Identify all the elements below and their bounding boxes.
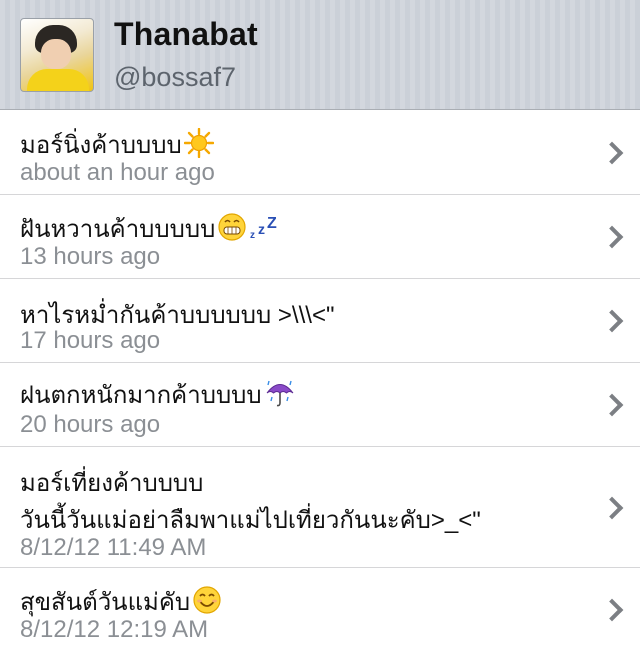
tweet-time: 17 hours ago: [20, 327, 161, 354]
chevron-right-icon: [600, 598, 624, 622]
svg-text:z: z: [250, 230, 255, 241]
tweet-text: ฝนตกหนักมากค้าบบบบ: [20, 375, 296, 415]
chevron-right-icon: [600, 141, 624, 165]
tweet-time: 8/12/12 11:49 AM: [20, 534, 207, 561]
grin-icon: [217, 212, 247, 249]
chevron-right-icon: [600, 309, 624, 333]
umbrella-rain-icon: [264, 378, 296, 415]
tweet-time: about an hour ago: [20, 159, 215, 186]
tweet-row[interactable]: ฝนตกหนักมากค้าบบบบ 20 hours ago: [0, 363, 640, 447]
tweet-row[interactable]: ฝันหวานค้าบบบบบ z z Z 13 hours ago: [0, 195, 640, 279]
chevron-right-icon: [600, 496, 624, 520]
chevron-right-icon: [600, 225, 624, 249]
screen-name: @bossaf7: [114, 62, 236, 92]
tweet-row[interactable]: สุขสันต์วันแม่คับ 8/12/12 12:19 AM: [0, 568, 640, 652]
tweet-time: 20 hours ago: [20, 411, 161, 438]
svg-text:z: z: [258, 221, 265, 237]
tweet-list: มอร์นิ่งค้าบบบบ about an hour ago ฝันหวา…: [0, 111, 640, 652]
avatar-shirt: [27, 69, 89, 91]
tweet-text: มอร์เที่ยงค้าบบบบ: [20, 470, 204, 497]
tweet-row[interactable]: มอร์เที่ยงค้าบบบบ วันนี้วันแม่อย่าลืมพาแ…: [0, 447, 640, 568]
display-name: Thanabat: [114, 16, 258, 52]
avatar[interactable]: [20, 18, 94, 92]
tweet-row[interactable]: หาไรหม่ำกันค้าบบบบบบ >\\\<" 17 hours ago: [0, 279, 640, 363]
profile-header: Thanabat @bossaf7: [0, 0, 640, 110]
chevron-right-icon: [600, 393, 624, 417]
svg-text:Z: Z: [267, 215, 277, 232]
tweet-time: 13 hours ago: [20, 243, 161, 270]
tweet-row[interactable]: มอร์นิ่งค้าบบบบ about an hour ago: [0, 111, 640, 195]
tweet-time: 8/12/12 12:19 AM: [20, 616, 209, 643]
sleep-zzz-icon: zzZ: [249, 212, 279, 249]
avatar-face: [41, 39, 71, 69]
